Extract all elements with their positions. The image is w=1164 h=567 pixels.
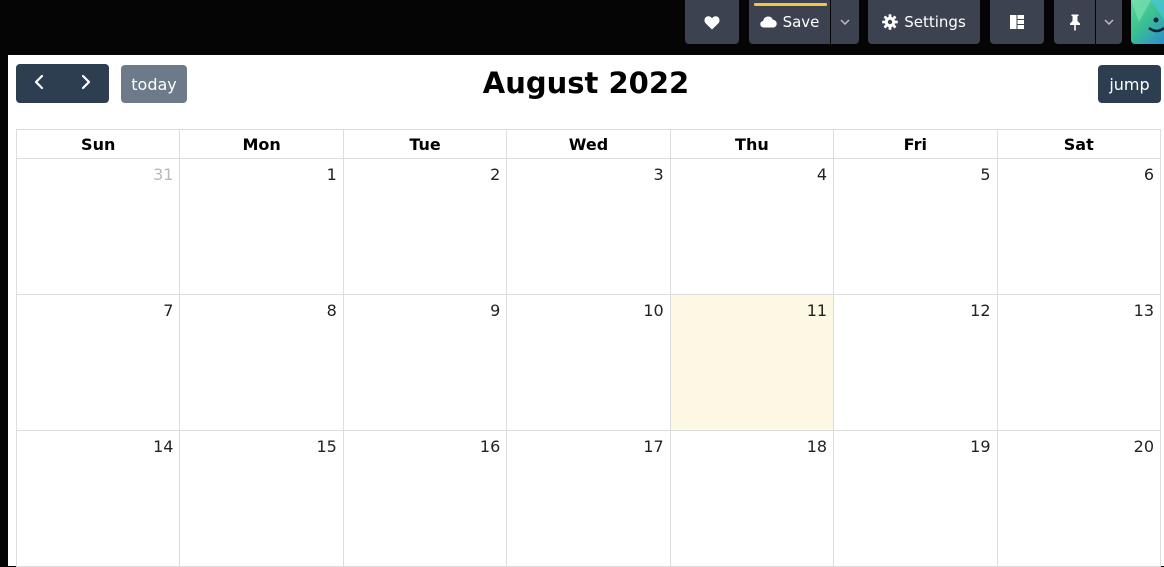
- weekday-header: Fri: [833, 129, 998, 159]
- gear-icon: [882, 14, 899, 30]
- day-number[interactable]: 20: [998, 431, 1160, 456]
- day-number[interactable]: 10: [507, 295, 669, 320]
- layout-button[interactable]: [990, 0, 1044, 44]
- favorite-button[interactable]: [685, 0, 739, 44]
- save-button[interactable]: Save: [749, 0, 830, 44]
- day-number[interactable]: 4: [671, 159, 833, 184]
- day-cell[interactable]: 1: [179, 158, 344, 295]
- day-cell[interactable]: 6: [996, 158, 1162, 295]
- weekday-header: Mon: [179, 129, 344, 159]
- settings-label: Settings: [904, 13, 966, 31]
- weekday-header: Thu: [669, 129, 835, 159]
- cloud-icon: [759, 16, 777, 28]
- day-number[interactable]: 3: [507, 159, 669, 184]
- day-cell[interactable]: 7: [15, 294, 181, 431]
- day-cell[interactable]: 10: [506, 294, 671, 431]
- day-cell[interactable]: 13: [996, 294, 1162, 431]
- day-cell[interactable]: 4: [669, 158, 835, 295]
- day-number[interactable]: 31: [17, 159, 179, 184]
- month-title: August 2022: [482, 66, 690, 100]
- day-cell[interactable]: 31: [15, 158, 181, 295]
- weekday-header: Tue: [342, 129, 508, 159]
- chevron-down-icon: [840, 19, 850, 25]
- day-cell[interactable]: 2: [342, 158, 508, 295]
- day-cell-today[interactable]: 11: [669, 294, 835, 431]
- day-cell[interactable]: 17: [506, 430, 671, 567]
- day-number[interactable]: 1: [180, 159, 342, 184]
- day-number[interactable]: 12: [834, 295, 996, 320]
- day-number[interactable]: 13: [998, 295, 1160, 320]
- day-cell[interactable]: 16: [342, 430, 508, 567]
- day-cell[interactable]: 19: [833, 430, 998, 567]
- avatar[interactable]: [1131, 0, 1164, 44]
- day-cell[interactable]: 8: [179, 294, 344, 431]
- day-cell[interactable]: 9: [342, 294, 508, 431]
- save-status-indicator: [754, 3, 827, 6]
- day-cell[interactable]: 18: [669, 430, 835, 567]
- weekday-header: Sun: [15, 129, 181, 159]
- day-cell[interactable]: 14: [15, 430, 181, 567]
- week-row: 14 15 16 17 18 19 20: [15, 430, 1162, 567]
- week-row: 7 8 9 10 11 12 13: [15, 294, 1162, 431]
- week-row: 31 1 2 3 4 5 6: [15, 158, 1162, 295]
- day-number[interactable]: 5: [834, 159, 996, 184]
- window-edge: [0, 55, 8, 566]
- pin-icon: [1069, 14, 1081, 31]
- heart-icon: [704, 15, 720, 30]
- day-number[interactable]: 8: [180, 295, 342, 320]
- day-number[interactable]: 7: [17, 295, 179, 320]
- save-dropdown-button[interactable]: [831, 0, 859, 44]
- chevron-down-icon: [1104, 19, 1114, 25]
- day-cell[interactable]: 20: [996, 430, 1162, 567]
- month-grid: Sun Mon Tue Wed Thu Fri Sat 31 1 2 3 4 5…: [15, 129, 1162, 567]
- day-number[interactable]: 16: [344, 431, 506, 456]
- day-number[interactable]: 14: [17, 431, 179, 456]
- day-cell[interactable]: 15: [179, 430, 344, 567]
- day-cell[interactable]: 5: [833, 158, 998, 295]
- day-number[interactable]: 18: [671, 431, 833, 456]
- day-number[interactable]: 2: [344, 159, 506, 184]
- day-number[interactable]: 6: [998, 159, 1160, 184]
- jump-button[interactable]: jump: [1098, 65, 1161, 103]
- layout-icon: [1009, 14, 1025, 30]
- pin-dropdown-button[interactable]: [1096, 0, 1122, 44]
- day-number[interactable]: 17: [507, 431, 669, 456]
- day-number[interactable]: 9: [344, 295, 506, 320]
- weekday-header-row: Sun Mon Tue Wed Thu Fri Sat: [15, 129, 1162, 159]
- day-cell[interactable]: 3: [506, 158, 671, 295]
- day-cell[interactable]: 12: [833, 294, 998, 431]
- day-number[interactable]: 19: [834, 431, 996, 456]
- top-toolbar: Save Settings: [0, 0, 1164, 55]
- settings-button[interactable]: Settings: [868, 0, 980, 44]
- calendar-panel: today August 2022 jump Sun Mon Tue Wed T…: [8, 55, 1164, 567]
- day-number[interactable]: 11: [671, 295, 833, 320]
- pin-button[interactable]: [1054, 0, 1095, 44]
- day-number[interactable]: 15: [180, 431, 342, 456]
- weekday-header: Wed: [506, 129, 671, 159]
- weekday-header: Sat: [996, 129, 1162, 159]
- save-label: Save: [782, 13, 820, 31]
